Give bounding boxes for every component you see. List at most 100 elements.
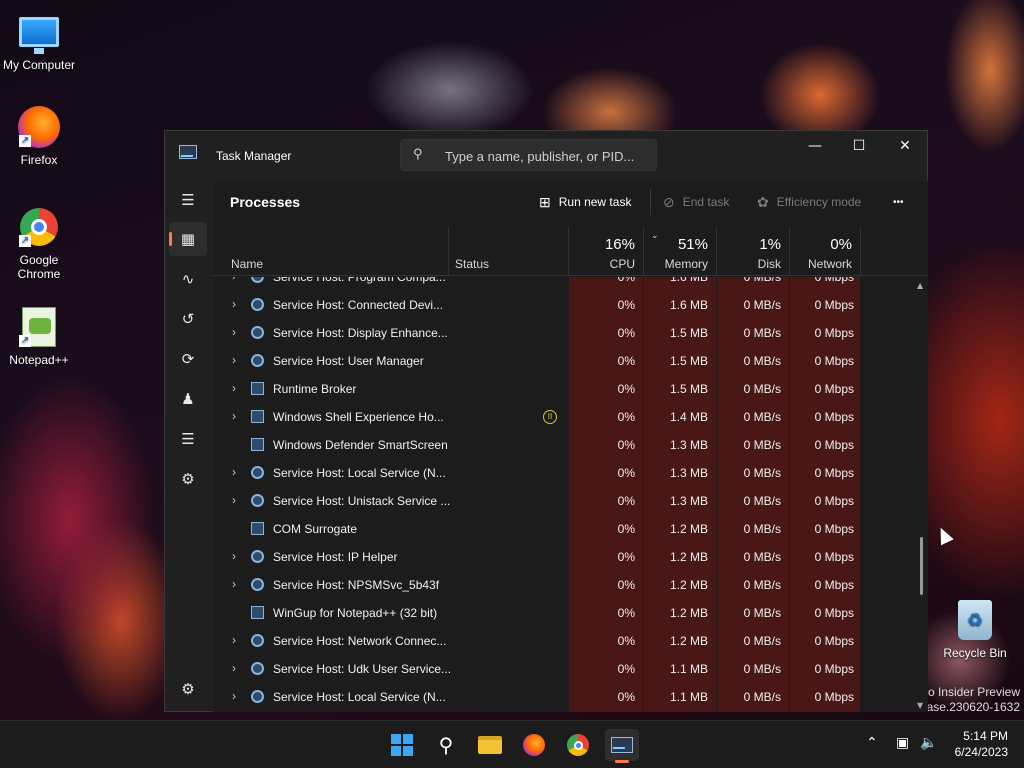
- network-icon[interactable]: ▣: [896, 735, 909, 751]
- vertical-scrollbar[interactable]: ▲ ▼: [914, 277, 928, 712]
- expand-chevron-icon[interactable]: ›: [232, 277, 236, 283]
- windows-logo-icon: [391, 734, 413, 756]
- task-manager-icon: [179, 145, 197, 159]
- column-header-cpu[interactable]: 16% CPU: [568, 228, 643, 276]
- expand-chevron-icon[interactable]: ›: [232, 577, 236, 591]
- column-header-network[interactable]: 0% Network: [789, 228, 860, 276]
- task-manager-taskbar-button[interactable]: [605, 729, 639, 763]
- memory-value: 1.3 MB: [669, 494, 708, 508]
- search-icon: ⚲: [438, 733, 454, 757]
- desktop-icon-my-computer[interactable]: My Computer: [0, 10, 78, 72]
- table-row[interactable]: › Windows Shell Experience Ho... II 0% 1.4 M…: [213, 403, 913, 431]
- process-name: Runtime Broker: [273, 382, 357, 396]
- table-row[interactable]: › Service Host: Local Service (N... 0% 1.1 …: [213, 683, 913, 711]
- search-box[interactable]: ⚲: [400, 139, 657, 171]
- app-window-icon: [251, 410, 264, 423]
- column-header-disk[interactable]: 1% Disk: [716, 228, 789, 276]
- expand-chevron-icon[interactable]: ›: [232, 353, 236, 367]
- process-name: Windows Shell Experience Ho...: [273, 410, 444, 424]
- table-row[interactable]: › Service Host: NPSMSvc_5b43f 0% 1.2 MB 0 MB…: [213, 571, 913, 599]
- app-window-icon: [251, 382, 264, 395]
- table-row[interactable]: › Service Host: Display Enhance... 0% 1.5 M…: [213, 319, 913, 347]
- nav-app-history-icon[interactable]: ↺: [169, 302, 207, 336]
- desktop-icon-notepadpp[interactable]: ↗ Notepad++: [0, 305, 78, 367]
- run-new-task-button[interactable]: ⊞ Run new task: [539, 191, 631, 213]
- expand-chevron-icon[interactable]: ›: [232, 297, 236, 311]
- firefox-taskbar-button[interactable]: [517, 729, 551, 761]
- volume-icon[interactable]: 🔈: [920, 735, 937, 751]
- hamburger-menu-icon[interactable]: ☰: [169, 183, 207, 217]
- table-row[interactable]: › Service Host: Connected Devi... 0% 1.6 MB…: [213, 291, 913, 319]
- expand-chevron-icon[interactable]: ›: [232, 689, 236, 703]
- recycle-bin-icon: ♻: [953, 598, 997, 642]
- expand-chevron-icon[interactable]: ›: [232, 633, 236, 647]
- desktop-icon-chrome[interactable]: ↗ Google Chrome: [0, 205, 78, 281]
- expand-chevron-icon[interactable]: ›: [232, 661, 236, 675]
- toolbar-divider: [650, 189, 651, 215]
- disk-value: 0 MB/s: [743, 326, 781, 340]
- network-value: 0 Mbps: [814, 690, 854, 704]
- search-taskbar-button[interactable]: ⚲: [429, 729, 463, 761]
- desktop-icon-firefox[interactable]: ↗ Firefox: [0, 105, 78, 167]
- table-row[interactable]: Windows Defender SmartScreen 0% 1.3 MB 0 MB…: [213, 431, 913, 459]
- insider-watermark: ro Insider Preview ease.230620-1632: [919, 685, 1020, 714]
- table-row[interactable]: › Service Host: Unistack Service ... 0% 1.3…: [213, 487, 913, 515]
- search-input[interactable]: [445, 146, 650, 166]
- nav-processes-icon[interactable]: ▦: [169, 222, 207, 256]
- end-task-button[interactable]: ⊘ End task: [663, 191, 729, 213]
- nav-startup-apps-icon[interactable]: ⟳: [169, 342, 207, 376]
- nav-settings-icon[interactable]: ⚙: [169, 672, 207, 706]
- expand-chevron-icon[interactable]: ›: [232, 549, 236, 563]
- process-name: COM Surrogate: [273, 522, 358, 536]
- chrome-taskbar-button[interactable]: [561, 729, 595, 761]
- cpu-value: 0%: [617, 410, 635, 424]
- nav-performance-icon[interactable]: ∿: [169, 262, 207, 296]
- table-row[interactable]: › Runtime Broker 0% 1.5 MB 0 MB/s 0 Mbps: [213, 375, 913, 403]
- folder-icon: [478, 736, 502, 754]
- cpu-value: 0%: [617, 466, 635, 480]
- close-button[interactable]: ✕: [882, 131, 928, 161]
- memory-value: 1.6 MB: [669, 277, 708, 284]
- nav-details-icon[interactable]: ☰: [169, 422, 207, 456]
- table-row[interactable]: WinGup for Notepad++ (32 bit) 0% 1.2 MB 0 M…: [213, 599, 913, 627]
- desktop-icon-recycle-bin[interactable]: ♻ Recycle Bin: [936, 598, 1014, 660]
- monitor-icon: [17, 10, 61, 54]
- cpu-value: 0%: [617, 606, 635, 620]
- table-row[interactable]: COM Surrogate 0% 1.2 MB 0 MB/s 0 Mbps: [213, 515, 913, 543]
- expand-chevron-icon[interactable]: ›: [232, 465, 236, 479]
- memory-value: 1.3 MB: [669, 466, 708, 480]
- disk-value: 0 MB/s: [743, 438, 781, 452]
- scrollbar-thumb[interactable]: [920, 537, 923, 595]
- more-options-button[interactable]: •••: [893, 191, 904, 213]
- table-row[interactable]: › Service Host: Program Compa... 0% 1.6 MB 0…: [213, 277, 913, 291]
- expand-chevron-icon[interactable]: ›: [232, 409, 236, 423]
- start-button[interactable]: [385, 729, 419, 761]
- nav-users-icon[interactable]: ♟: [169, 382, 207, 416]
- nav-services-icon[interactable]: ⚙: [169, 462, 207, 496]
- minimize-button[interactable]: —: [792, 131, 838, 161]
- column-header-status[interactable]: Status: [448, 228, 568, 276]
- column-header-name[interactable]: Name: [213, 228, 448, 276]
- scroll-down-arrow-icon[interactable]: ▼: [917, 701, 923, 710]
- expand-chevron-icon[interactable]: ›: [232, 381, 236, 395]
- table-row[interactable]: › Service Host: User Manager 0% 1.5 MB 0 MB/…: [213, 347, 913, 375]
- table-row[interactable]: › Service Host: Udk User Service... 0% 1.1 …: [213, 655, 913, 683]
- column-header-memory[interactable]: ⌄ 51% Memory: [643, 228, 716, 276]
- expand-chevron-icon[interactable]: ›: [232, 325, 236, 339]
- file-explorer-taskbar-button[interactable]: [473, 729, 507, 761]
- disk-value: 0 MB/s: [743, 690, 781, 704]
- process-name: Service Host: User Manager: [273, 354, 424, 368]
- table-row[interactable]: › Service Host: Local Service (N... 0% 1.3 …: [213, 459, 913, 487]
- disk-value: 0 MB/s: [743, 354, 781, 368]
- service-host-icon: [251, 662, 264, 675]
- efficiency-mode-button[interactable]: ✿ Efficiency mode: [757, 191, 861, 213]
- show-hidden-icons-chevron-icon[interactable]: ⌃: [866, 735, 878, 751]
- maximize-button[interactable]: ☐: [836, 131, 882, 161]
- title-bar[interactable]: Task Manager ⚲ — ☐ ✕: [165, 131, 927, 181]
- expand-chevron-icon[interactable]: ›: [232, 493, 236, 507]
- clock[interactable]: 5:14 PM 6/24/2023: [955, 728, 1008, 760]
- scroll-up-arrow-icon[interactable]: ▲: [917, 281, 923, 290]
- table-row[interactable]: › Service Host: Network Connec... 0% 1.2 MB…: [213, 627, 913, 655]
- table-row[interactable]: › Service Host: IP Helper 0% 1.2 MB 0 MB/s 0 …: [213, 543, 913, 571]
- column-divider[interactable]: [860, 228, 861, 276]
